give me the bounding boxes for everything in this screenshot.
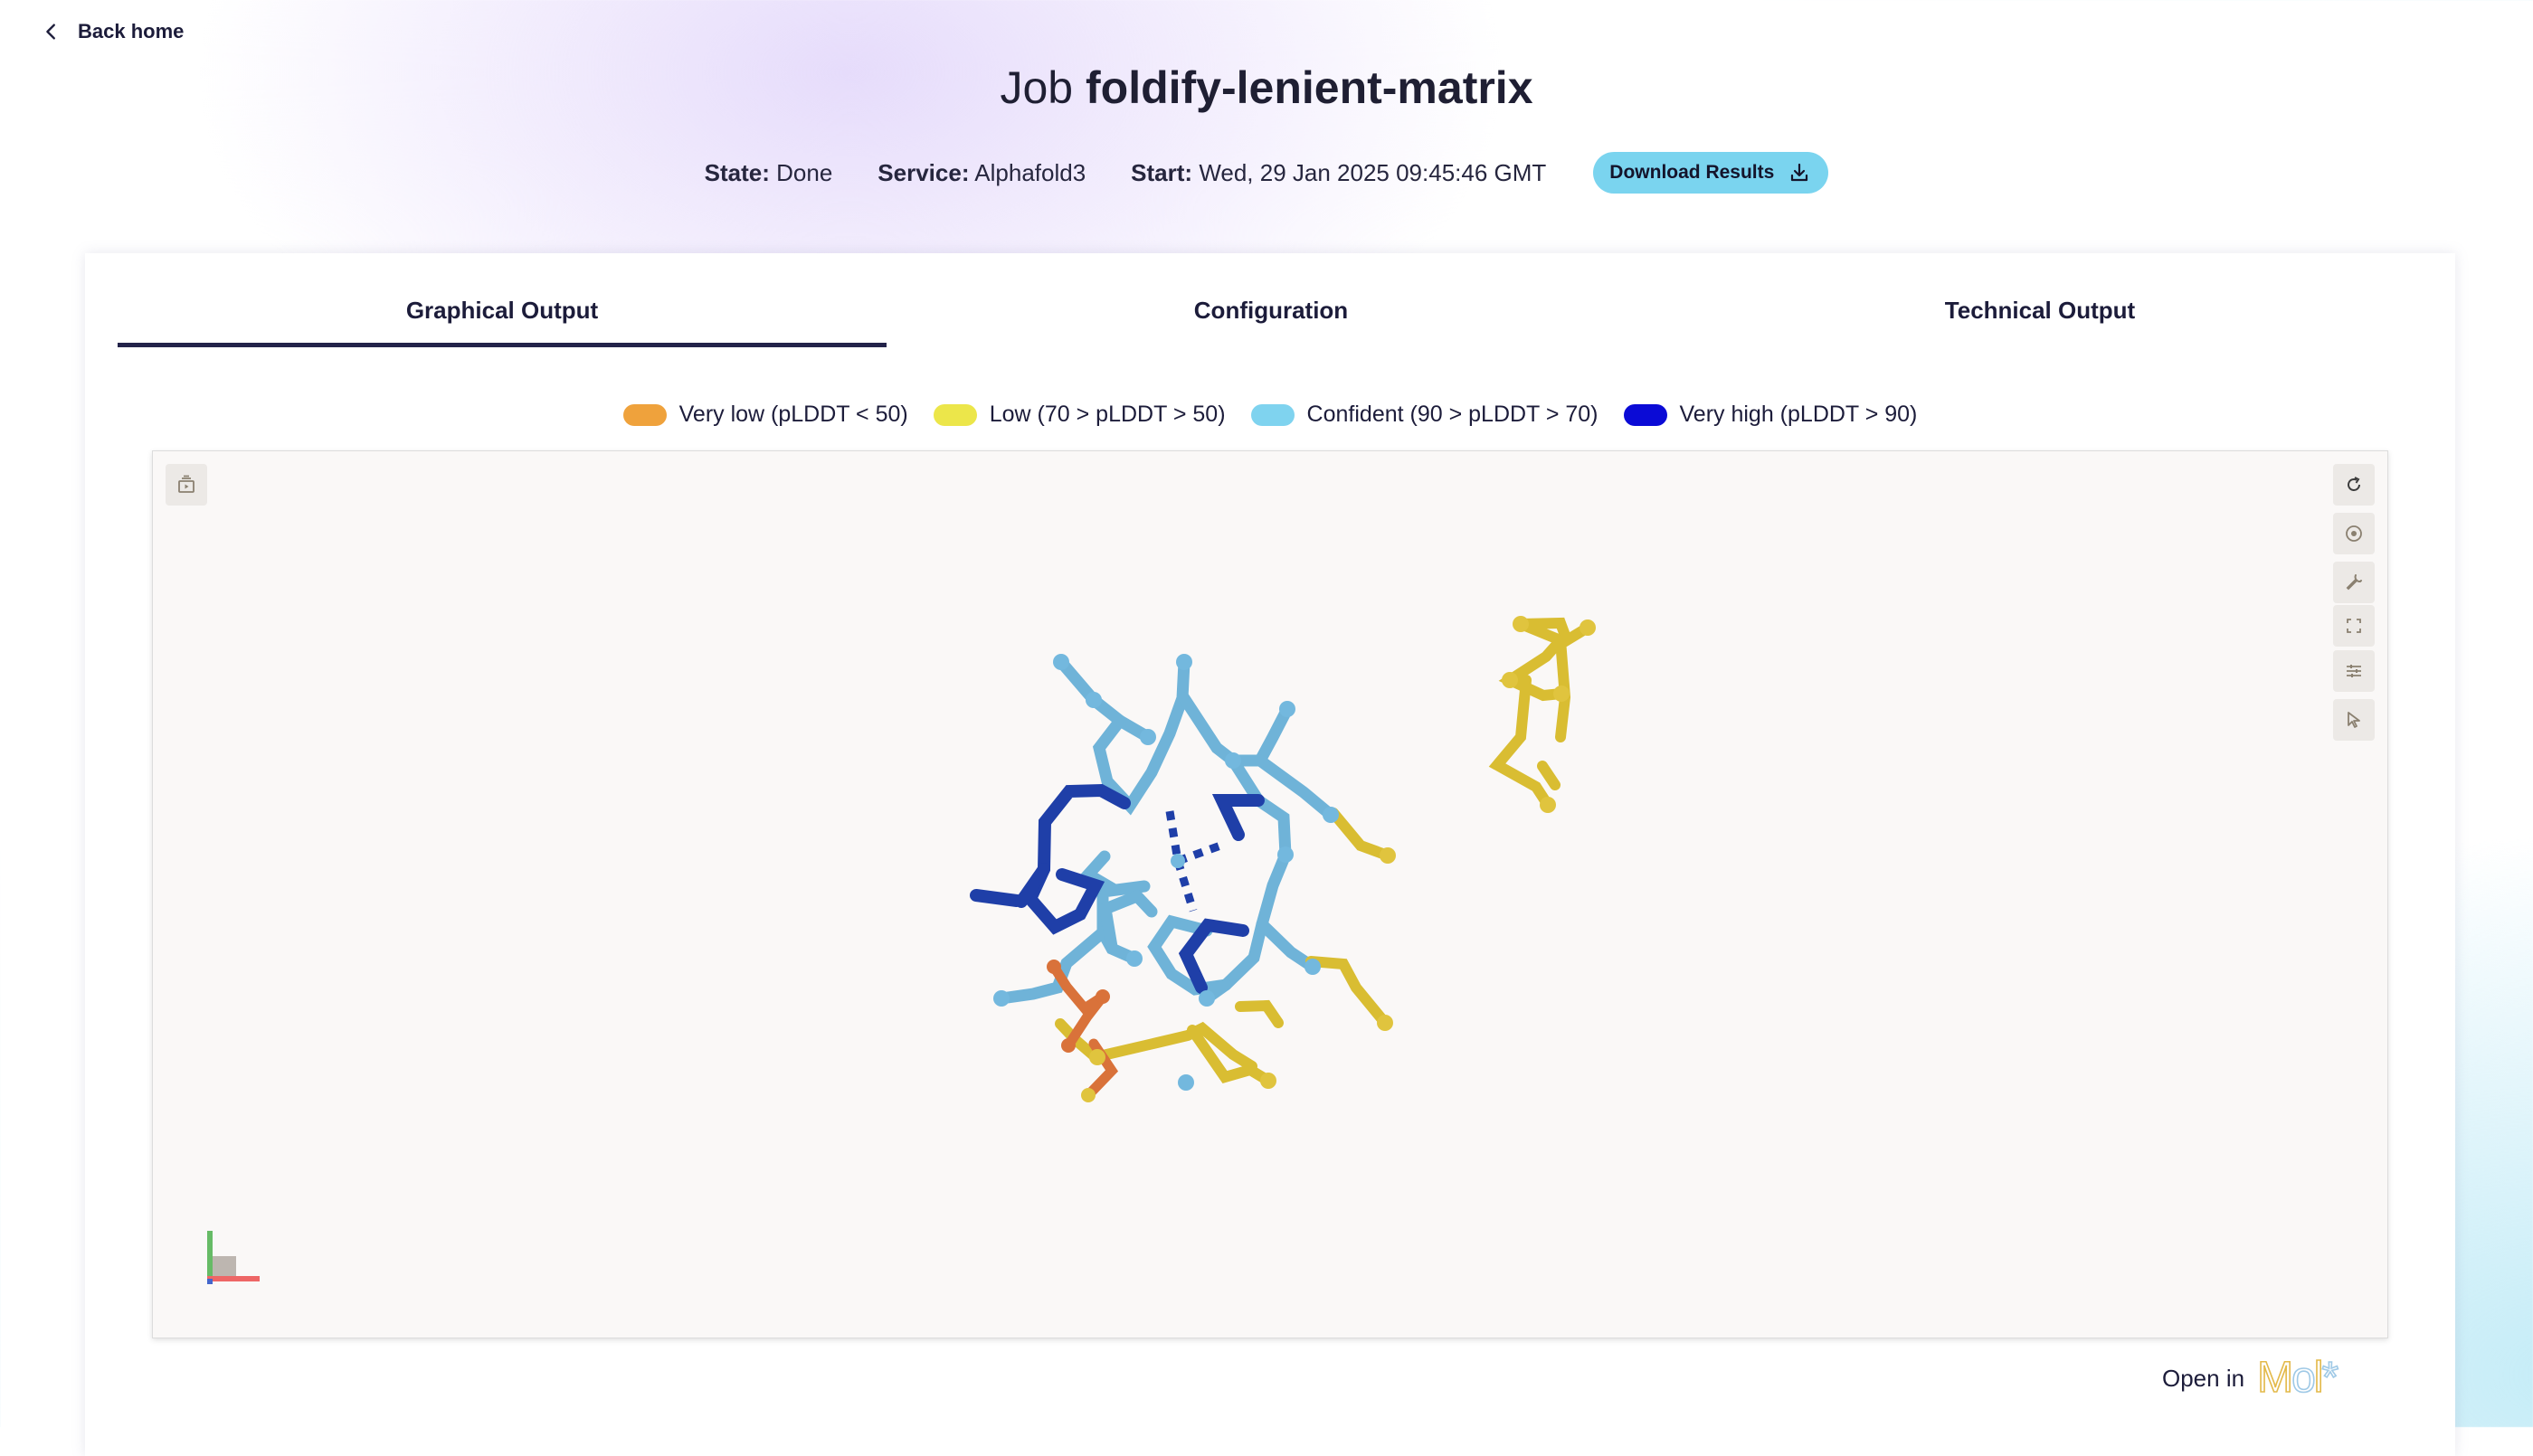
chevron-left-icon xyxy=(46,24,55,40)
job-meta: State: Done Service: Alphafold3 Start: W… xyxy=(0,152,2533,194)
back-home-label: Back home xyxy=(78,20,185,43)
tab-configuration[interactable]: Configuration xyxy=(887,293,1655,347)
results-card: Graphical Output Configuration Technical… xyxy=(85,253,2455,1456)
open-in-molstar[interactable]: Open in Mo l * xyxy=(2162,1356,2339,1401)
job-name: foldify-lenient-matrix xyxy=(1086,62,1533,113)
start-info: Start: Wed, 29 Jan 2025 09:45:46 GMT xyxy=(1131,159,1546,187)
state-value: Done xyxy=(776,158,833,186)
start-label: Start: xyxy=(1131,158,1193,186)
legend-swatch xyxy=(933,403,977,426)
page-title: Job foldify-lenient-matrix xyxy=(0,61,2533,114)
download-results-label: Download Results xyxy=(1609,162,1775,183)
bonds-yellow xyxy=(1055,617,1593,1086)
download-results-button[interactable]: Download Results xyxy=(1593,152,1829,194)
legend-label: Very low (pLDDT < 50) xyxy=(678,402,908,427)
service-info: Service: Alphafold3 xyxy=(878,159,1086,187)
download-icon xyxy=(1791,163,1808,182)
tab-graphical-output[interactable]: Graphical Output xyxy=(118,293,887,347)
tab-technical-output[interactable]: Technical Output xyxy=(1655,293,2424,347)
legend-item: Very high (pLDDT > 90) xyxy=(1623,402,1918,428)
state-label: State: xyxy=(704,158,770,186)
molstar-logo[interactable]: Mo l * xyxy=(2256,1356,2339,1401)
legend-label: Confident (90 > pLDDT > 70) xyxy=(1306,402,1599,427)
service-label: Service: xyxy=(878,158,970,186)
open-in-label: Open in xyxy=(2162,1364,2245,1392)
legend-swatch xyxy=(622,403,667,426)
start-value: Wed, 29 Jan 2025 09:45:46 GMT xyxy=(1199,158,1547,186)
legend-label: Very high (pLDDT > 90) xyxy=(1679,402,1918,427)
legend-item: Very low (pLDDT < 50) xyxy=(622,402,908,428)
state-info: State: Done xyxy=(705,159,833,187)
legend-label: Low (70 > pLDDT > 50) xyxy=(989,402,1226,427)
back-home-link[interactable]: Back home xyxy=(42,20,184,43)
plddt-legend: Very low (pLDDT < 50) Low (70 > pLDDT > … xyxy=(85,402,2455,428)
legend-item: Low (70 > pLDDT > 50) xyxy=(933,402,1226,428)
axis-gizmo xyxy=(207,1231,260,1284)
legend-item: Confident (90 > pLDDT > 70) xyxy=(1250,402,1599,428)
legend-swatch xyxy=(1250,403,1295,426)
legend-swatch xyxy=(1623,403,1667,426)
title-prefix: Job xyxy=(1000,62,1074,113)
tab-bar: Graphical Output Configuration Technical… xyxy=(118,293,2424,347)
molecule-structure[interactable] xyxy=(153,451,2387,1338)
service-value: Alphafold3 xyxy=(974,158,1086,186)
molstar-viewer[interactable] xyxy=(152,450,2388,1338)
